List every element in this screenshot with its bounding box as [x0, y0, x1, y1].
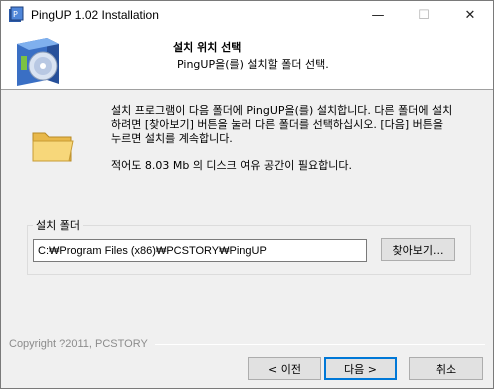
install-folder-label: 설치 폴더: [33, 217, 83, 233]
window-title: PingUP 1.02 Installation: [31, 8, 159, 22]
header-subtitle: PingUP을(를) 설치할 폴더 선택.: [177, 58, 329, 71]
install-path-input[interactable]: C:₩Program Files (x86)₩PCSTORY₩PingUP: [33, 239, 367, 262]
header-title: 설치 위치 선택: [173, 41, 242, 54]
close-button[interactable]: ✕: [447, 1, 493, 30]
footer-divider: [155, 344, 485, 345]
installer-app-icon: P: [7, 6, 25, 24]
install-disc-box-icon: [7, 32, 67, 88]
svg-text:P: P: [13, 10, 18, 19]
browse-button[interactable]: 찾아보기...: [381, 238, 455, 261]
title-bar[interactable]: P PingUP 1.02 Installation — ☐ ✕: [1, 1, 493, 30]
folder-icon: [31, 125, 75, 165]
cancel-button[interactable]: 취소: [409, 357, 483, 380]
maximize-button[interactable]: ☐: [401, 1, 447, 30]
back-button[interactable]: < 이전: [248, 357, 321, 380]
installer-window: P PingUP 1.02 Installation — ☐ ✕ 설치 위치 선…: [0, 0, 494, 389]
install-description: 설치 프로그램이 다음 폴더에 PingUP을(를) 설치합니다. 다른 폴더에…: [111, 104, 453, 145]
minimize-button[interactable]: —: [355, 1, 401, 30]
next-button[interactable]: 다음 >: [324, 357, 397, 380]
space-required-text: 적어도 8.03 Mb 의 디스크 여유 공간이 필요합니다.: [111, 159, 352, 172]
copyright-text: Copyright ?2011, PCSTORY: [9, 338, 148, 350]
header-banner: 설치 위치 선택 PingUP을(를) 설치할 폴더 선택.: [1, 30, 493, 90]
